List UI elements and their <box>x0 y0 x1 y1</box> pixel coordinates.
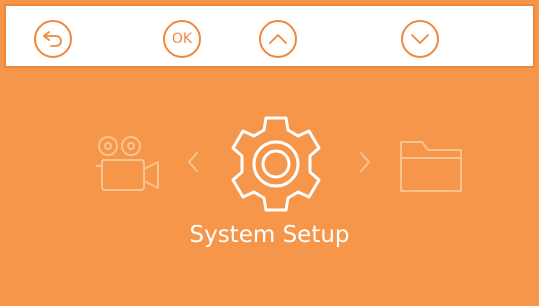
gear-icon[interactable] <box>226 112 326 216</box>
back-icon <box>43 31 62 47</box>
up-button[interactable] <box>259 20 297 58</box>
back-button[interactable] <box>34 20 72 58</box>
ok-button-label: OK <box>171 31 193 47</box>
chevron-left-icon[interactable] <box>186 150 200 174</box>
down-button[interactable] <box>401 20 439 58</box>
chevron-down-icon <box>411 34 429 44</box>
toolbar: OK <box>4 4 535 68</box>
chevron-right-icon[interactable] <box>358 150 372 174</box>
video-camera-icon[interactable] <box>90 132 166 196</box>
folder-icon[interactable] <box>398 138 464 194</box>
selected-item-label: System Setup <box>189 222 350 248</box>
ok-button[interactable]: OK <box>163 20 201 58</box>
chevron-up-icon <box>269 34 287 44</box>
